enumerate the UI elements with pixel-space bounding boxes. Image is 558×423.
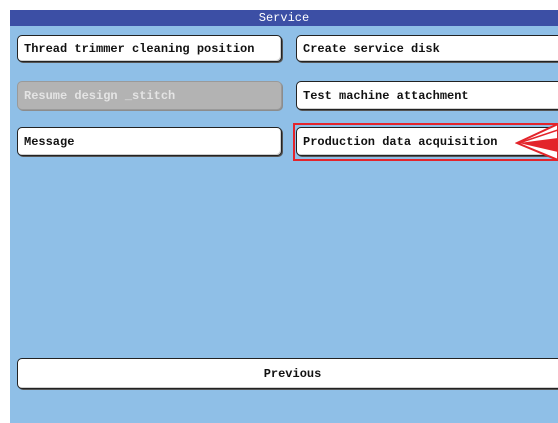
production-data-acquisition-button[interactable]: Production data acquisition: [296, 127, 558, 156]
test-machine-attachment-button[interactable]: Test machine attachment: [296, 81, 558, 110]
previous-button[interactable]: Previous: [17, 358, 558, 389]
service-screen: Service Thread trimmer cleaning position…: [10, 10, 558, 423]
resume-design-stitch-button[interactable]: Resume design _stitch: [17, 81, 282, 110]
create-service-disk-button[interactable]: Create service disk: [296, 35, 558, 62]
screen-title: Service: [10, 10, 558, 26]
thread-trimmer-cleaning-button[interactable]: Thread trimmer cleaning position: [17, 35, 282, 62]
message-button[interactable]: Message: [17, 127, 282, 156]
